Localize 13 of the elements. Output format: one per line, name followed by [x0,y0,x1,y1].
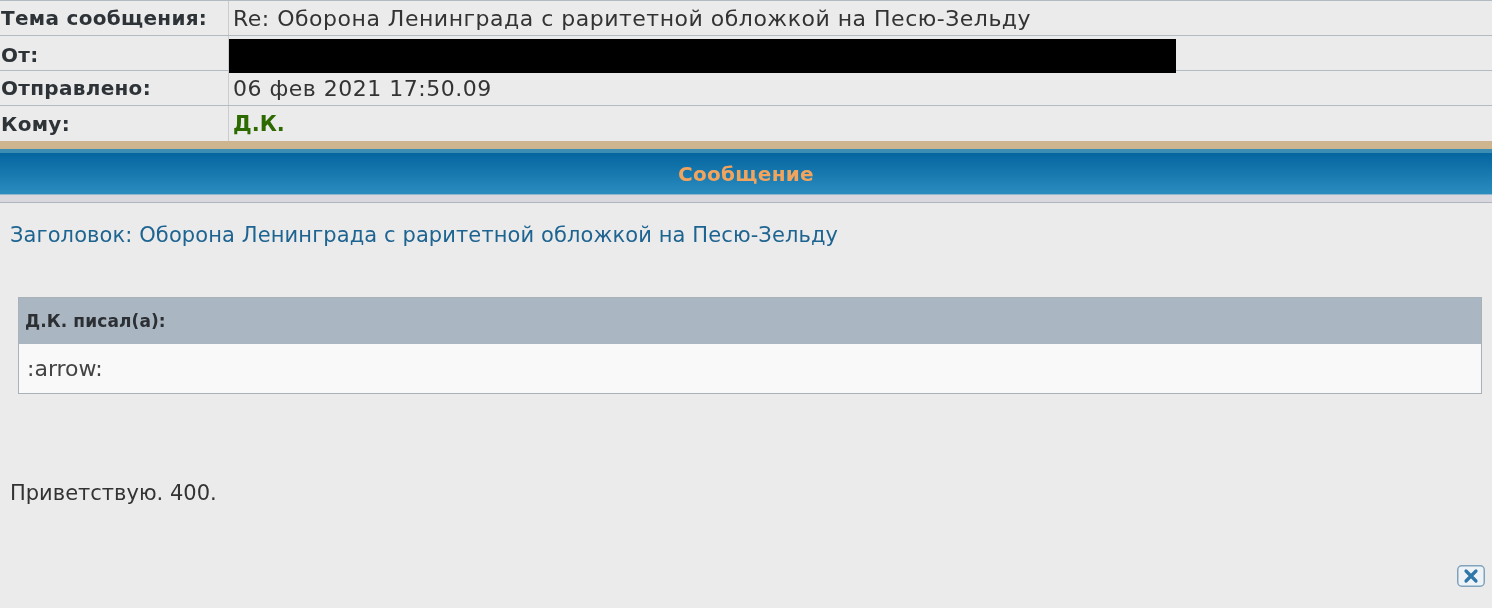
section-title: Сообщение [678,161,814,186]
field-value: Re: Оборона Ленинграда с раритетной обложкой на Песю-Зельду [233,5,1032,31]
field-value: 06 фев 2021 17:50.09 [233,75,492,101]
quote-text: :arrow: [27,356,103,381]
field-label: От: [0,42,40,67]
post-subject: Заголовок: Оборона Ленинграда с раритетной обложкой на Песю-Зельду [10,223,839,247]
close-icon[interactable] [1457,565,1485,587]
field-label: Отправлено: [0,76,152,100]
quote-author: Д.К. писал(а): [25,311,166,331]
field-label: Кому: [0,111,71,136]
post-body-text: Приветствую. 400. [10,481,217,505]
field-label: Тема сообщения: [0,6,209,30]
recipient-link[interactable]: Д.К. [233,111,285,136]
